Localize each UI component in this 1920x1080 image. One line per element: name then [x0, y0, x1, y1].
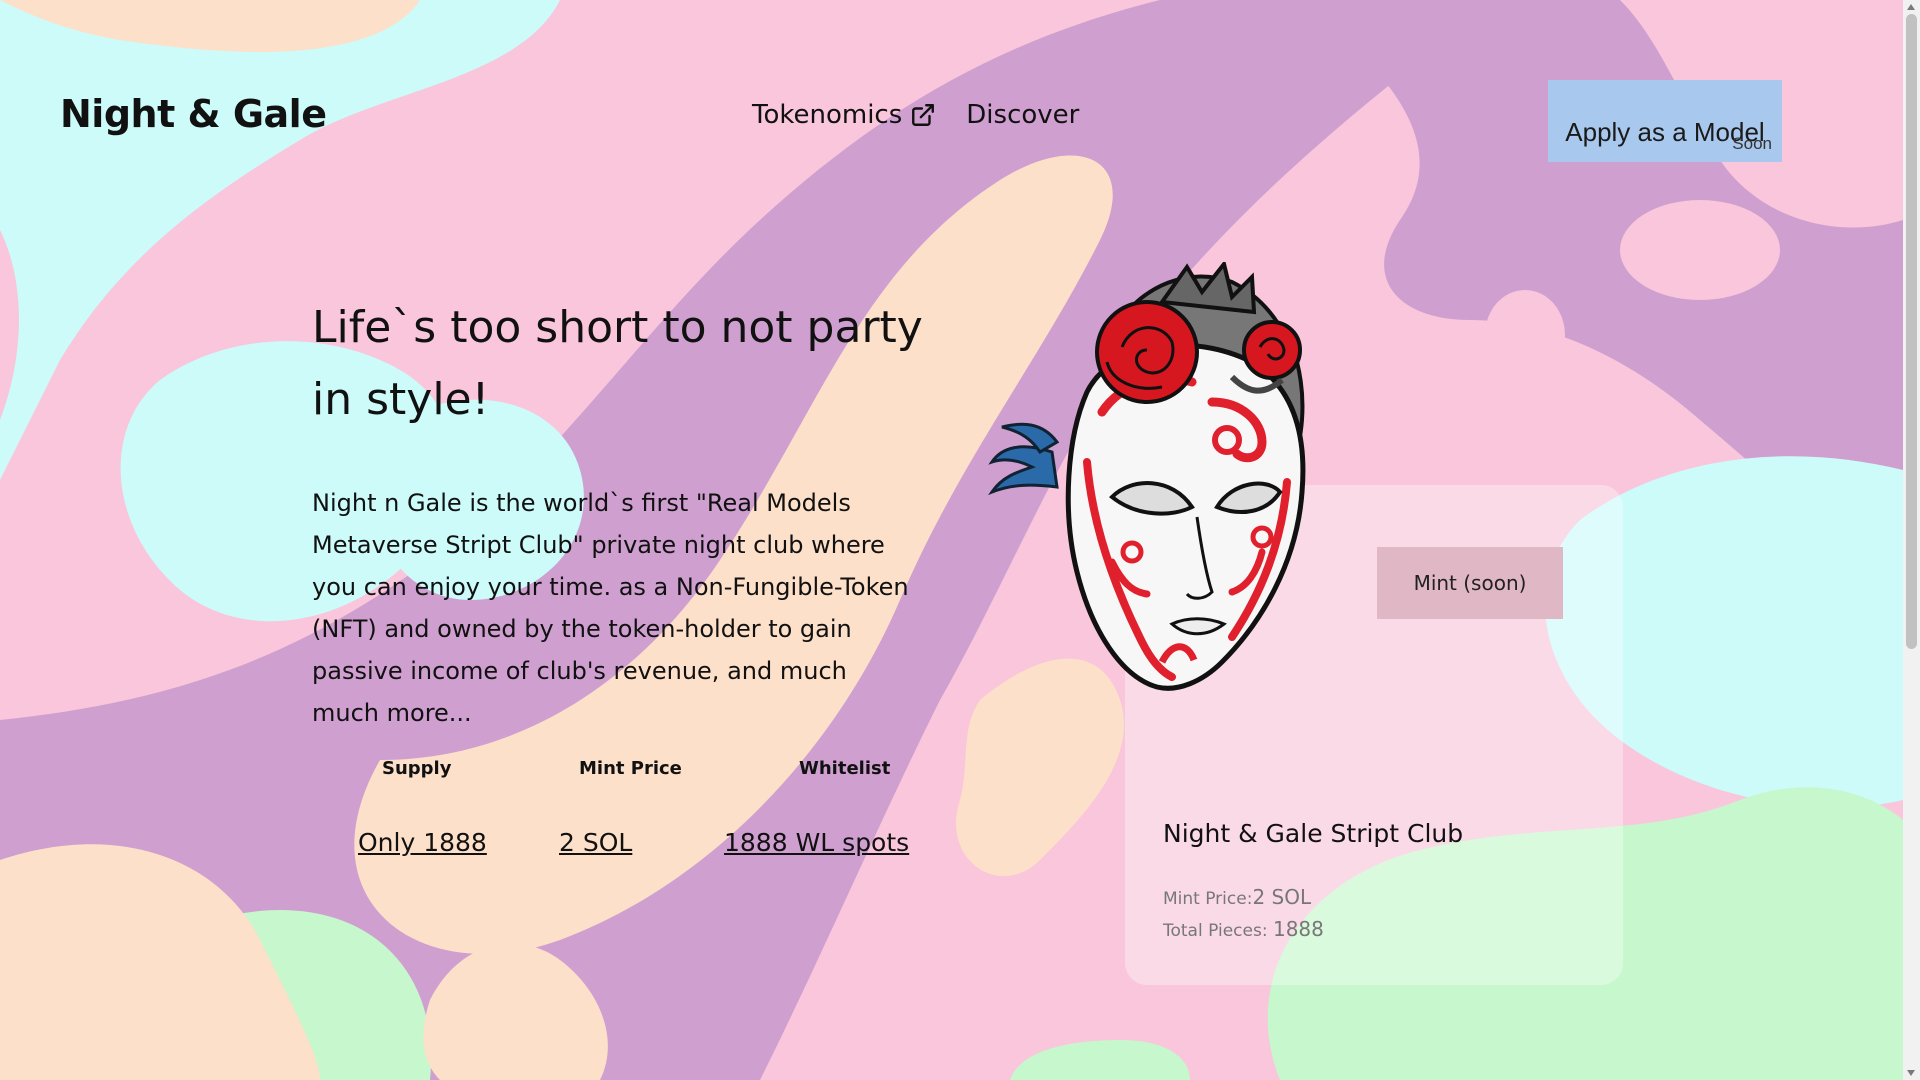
soon-badge: Soon [1732, 134, 1772, 153]
stat-label-mint-price: Mint Price [579, 758, 682, 779]
scrollbar-thumb[interactable] [1906, 14, 1917, 649]
stat-label-whitelist: Whitelist [799, 758, 891, 779]
stat-value-mint-price[interactable]: 2 SOL [559, 828, 632, 857]
stats-section: Supply Mint Price Whitelist Only 1888 2 … [340, 758, 940, 878]
external-link-icon [912, 104, 935, 126]
venetian-mask-illustration [988, 262, 1306, 691]
card-price-label: Mint Price: [1163, 889, 1253, 909]
nav-discover[interactable]: Discover [966, 100, 1079, 130]
apply-as-model-button[interactable]: Apply as a Model Soon [1548, 80, 1782, 162]
nav-tokenomics-label: Tokenomics [752, 100, 903, 130]
card-title: Night & Gale Stript Club [1163, 819, 1464, 848]
stat-value-supply[interactable]: Only 1888 [358, 828, 487, 857]
stat-value-whitelist[interactable]: 1888 WL spots [724, 828, 909, 857]
card-price-value: 2 SOL [1252, 885, 1312, 909]
background-art [0, 0, 1920, 1080]
card-mint-price: Mint Price:2 SOL [1163, 885, 1311, 909]
hero-headline: Life`s too short to not party in style! [312, 302, 923, 425]
scroll-down-arrow-icon[interactable] [1907, 1070, 1915, 1076]
card-total-pieces: Total Pieces: 1888 [1163, 917, 1324, 941]
card-pieces-label: Total Pieces: [1163, 921, 1273, 941]
hero-description: Night n Gale is the world`s first "Real … [312, 489, 909, 727]
card-pieces-value: 1888 [1272, 917, 1324, 941]
nav-tokenomics[interactable]: Tokenomics [752, 100, 936, 130]
main-nav: Tokenomics Discover [752, 100, 1079, 130]
vertical-scrollbar[interactable] [1903, 0, 1920, 1080]
site-logo[interactable]: Night & Gale [60, 92, 327, 136]
mint-button[interactable]: Mint (soon) [1377, 547, 1563, 619]
stat-label-supply: Supply [382, 758, 452, 779]
scroll-up-arrow-icon[interactable] [1907, 4, 1915, 10]
